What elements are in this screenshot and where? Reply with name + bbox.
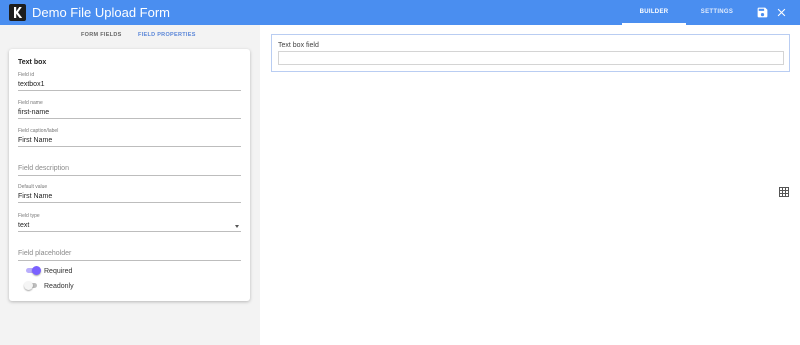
readonly-toggle-thumb [24, 281, 33, 290]
required-toggle-thumb [32, 266, 41, 275]
field-description-placeholder: Field description [18, 165, 69, 172]
card-title: Text box [18, 59, 47, 66]
tab-builder[interactable]: BUILDER [622, 0, 686, 25]
default-value-input[interactable]: Default value First Name [18, 184, 241, 203]
field-caption-input[interactable]: Field caption/label First Name [18, 128, 241, 147]
tab-field-properties[interactable]: FIELD PROPERTIES [138, 31, 196, 39]
field-caption-value: First Name [18, 137, 53, 144]
field-name-input[interactable]: Field name first-name [18, 100, 241, 119]
grid-icon[interactable] [779, 184, 789, 197]
field-properties-card: Text box Field id textbox1 Field name fi… [9, 49, 250, 301]
default-value-label: Default value [18, 184, 48, 190]
field-name-label: Field name [18, 100, 43, 106]
tab-settings[interactable]: SETTINGS [688, 0, 746, 25]
top-app-bar: Demo File Upload Form BUILDER SETTINGS [0, 0, 800, 25]
app-title: Demo File Upload Form [32, 5, 170, 20]
field-type-value: text [18, 222, 30, 229]
field-name-value: first-name [18, 109, 50, 116]
close-icon[interactable] [775, 6, 788, 19]
field-caption-label: Field caption/label [18, 128, 59, 134]
default-value-value: First Name [18, 193, 53, 200]
field-placeholder-input[interactable]: Field placeholder [18, 246, 241, 261]
readonly-toggle[interactable]: Readonly [18, 281, 98, 291]
field-type-label: Field type [18, 213, 40, 219]
required-label: Required [44, 268, 73, 275]
field-placeholder-placeholder: Field placeholder [18, 250, 72, 257]
dropdown-caret-icon [235, 225, 239, 228]
field-description-input[interactable]: Field description [18, 161, 241, 176]
preview-field-label: Text box field [278, 42, 319, 49]
save-icon[interactable] [756, 6, 769, 19]
field-id-value: textbox1 [18, 81, 45, 88]
tab-form-fields[interactable]: FORM FIELDS [81, 31, 122, 39]
required-toggle[interactable]: Required [18, 266, 98, 276]
field-id-input[interactable]: Field id textbox1 [18, 72, 241, 91]
field-id-label: Field id [18, 72, 35, 78]
preview-field-container[interactable]: Text box field [271, 34, 790, 72]
preview-text-input[interactable] [278, 51, 784, 65]
k-logo-icon [9, 4, 26, 21]
field-type-select[interactable]: Field type text [18, 213, 241, 232]
readonly-label: Readonly [44, 283, 74, 290]
